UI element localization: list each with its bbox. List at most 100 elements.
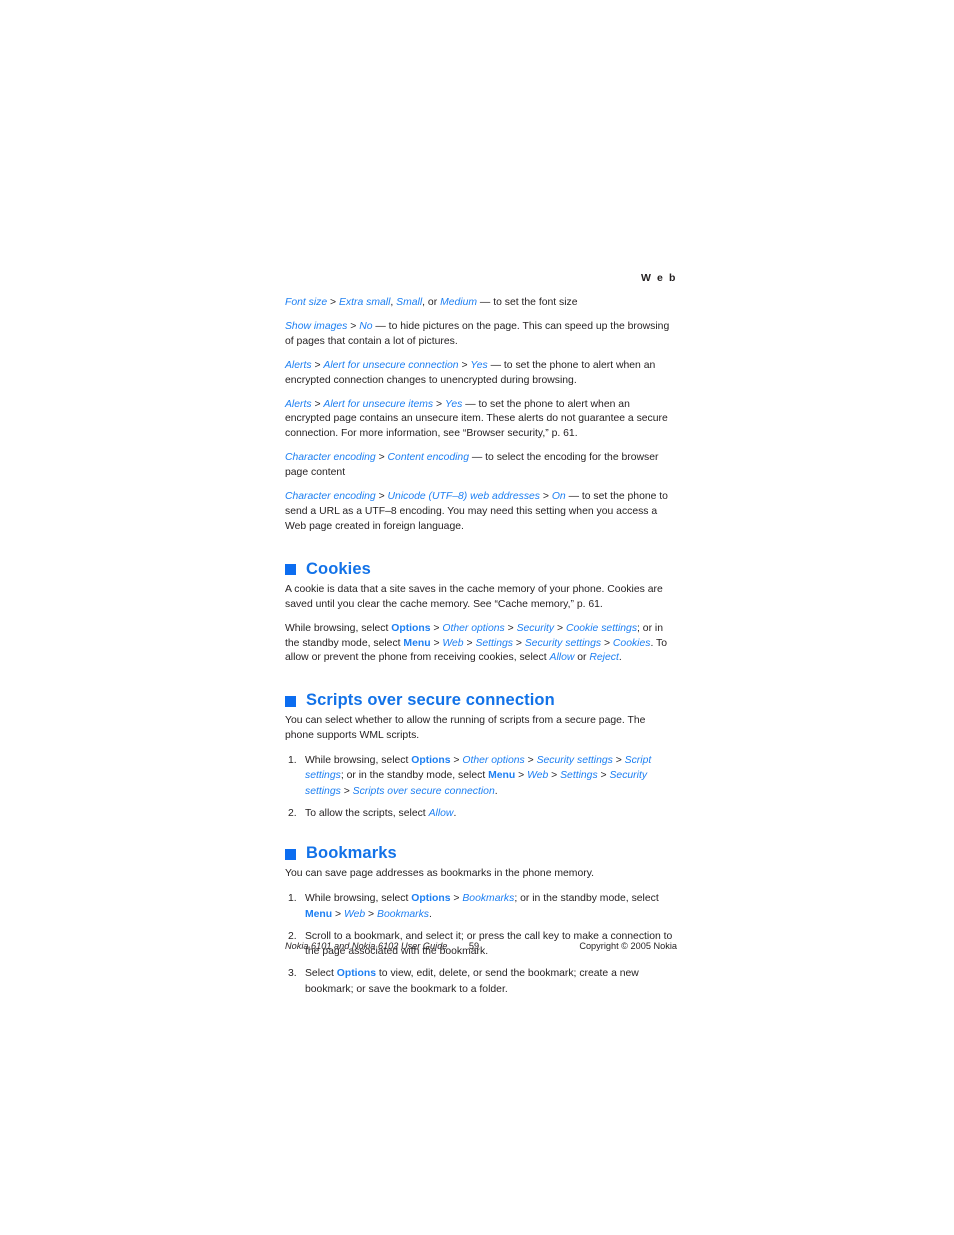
ui-path-term: Reject	[589, 652, 619, 664]
softkey-label: Options	[391, 622, 431, 634]
ui-path-term: Alert for unsecure items	[323, 398, 434, 410]
list-item: 3. Select Options to view, edit, delete, …	[285, 966, 677, 997]
path-separator: >	[332, 908, 344, 920]
list-item: 2. To allow the scripts, select Allow.	[285, 806, 677, 821]
step-number: 1.	[288, 893, 297, 905]
body-text-run: ; or in the standby mode, select	[340, 770, 489, 782]
section-heading-label: Bookmarks	[306, 844, 397, 863]
body-text-run: — to set the font size	[477, 297, 578, 308]
ui-path-term: Allow	[428, 808, 454, 820]
path-separator: >	[430, 637, 443, 649]
softkey-label: Options	[336, 968, 377, 980]
path-separator: >	[540, 491, 552, 503]
path-separator: >	[450, 755, 463, 767]
footer-copyright: Copyright © 2005 Nokia	[579, 941, 677, 951]
path-separator: >	[548, 770, 561, 782]
section-paragraph: A cookie is data that a site saves in th…	[285, 583, 677, 613]
body-text-run: ; or in the standby mode, select	[514, 893, 659, 905]
ui-path-term: Yes	[470, 359, 488, 371]
body-text-run: Select	[305, 968, 337, 980]
body-text-run: A cookie is data that a site saves in th…	[285, 583, 663, 610]
blue-square-bullet-icon	[285, 695, 296, 707]
ui-path-term: Other options	[442, 622, 505, 634]
section-paragraph: While browsing, select Options > Other o…	[285, 622, 677, 667]
ui-path-term: Settings	[560, 770, 598, 782]
body-text-run: While browsing, select	[305, 893, 412, 905]
body-text-run: .	[453, 808, 457, 820]
ui-path-term: Content encoding	[387, 452, 469, 464]
ui-path-term: Bookmarks	[462, 893, 515, 905]
ui-path-term: Bookmarks	[377, 908, 429, 920]
setting-description-paragraph: Character encoding > Unicode (UTF–8) web…	[285, 490, 677, 535]
path-separator: >	[601, 637, 613, 649]
body-text-run: .	[428, 908, 432, 920]
section-heading-scripts-over-secure-connection: Scripts over secure connection	[285, 690, 677, 710]
page-footer: Nokia 6101 and Nokia 6102 User Guide 59 …	[285, 941, 677, 955]
step-text: While browsing, select Options > Other o…	[305, 755, 651, 797]
ui-path-term: Alert for unsecure connection	[323, 359, 459, 371]
path-separator: >	[340, 785, 353, 797]
path-separator: >	[430, 622, 443, 634]
ui-path-term: No	[359, 320, 373, 332]
ui-path-term: Web	[527, 770, 549, 782]
ui-path-term: Security settings	[536, 755, 613, 767]
path-separator: >	[450, 893, 463, 905]
list-item: 1. While browsing, select Options > Bookm…	[285, 891, 677, 922]
body-text-run: or	[574, 652, 590, 664]
numbered-step-list: 1. While browsing, select Options > Other…	[285, 753, 677, 821]
path-separator: >	[512, 637, 525, 649]
ui-path-term: Security settings	[524, 637, 602, 649]
path-separator: >	[554, 622, 566, 634]
softkey-label: Menu	[403, 637, 431, 649]
path-separator: >	[347, 320, 360, 332]
ui-path-term: Medium	[440, 297, 478, 308]
ui-path-term: On	[551, 491, 566, 503]
path-separator: >	[311, 359, 324, 371]
body-text-run: You can select whether to allow the runn…	[285, 715, 646, 742]
step-number: 1.	[288, 755, 297, 767]
path-separator: >	[375, 452, 388, 464]
path-separator: >	[375, 491, 388, 503]
step-text: To allow the scripts, select Allow.	[305, 808, 456, 819]
setting-description-paragraph: Character encoding > Content encoding — …	[285, 451, 677, 481]
ui-path-term: Settings	[475, 637, 513, 649]
ui-path-term: Show images	[285, 320, 348, 332]
softkey-label: Menu	[305, 908, 333, 920]
step-number: 3.	[288, 968, 297, 980]
ui-path-term: Character encoding	[285, 491, 376, 503]
path-separator: >	[365, 908, 378, 920]
main-text-column: Font size > Extra small, Small, or Mediu…	[285, 296, 677, 1004]
body-text-run: .	[618, 652, 622, 664]
path-separator: >	[524, 755, 537, 767]
document-page: W e b Font size > Extra small, Small, or…	[0, 0, 954, 1235]
body-text-run: To allow the scripts, select	[305, 808, 429, 820]
ui-path-term: Scripts over secure connection	[352, 785, 495, 797]
softkey-label: Options	[411, 755, 451, 767]
softkey-label: Menu	[488, 770, 516, 782]
section-paragraph: You can save page addresses as bookmarks…	[285, 867, 677, 882]
ui-path-term: Unicode (UTF–8) web addresses	[387, 491, 540, 503]
step-number: 2.	[288, 808, 297, 820]
path-separator: >	[463, 637, 476, 649]
section-heading-bookmarks: Bookmarks	[285, 843, 677, 863]
path-separator: >	[612, 755, 625, 767]
setting-description-paragraph: Font size > Extra small, Small, or Mediu…	[285, 296, 677, 311]
setting-description-paragraph: Alerts > Alert for unsecure items > Yes …	[285, 398, 677, 443]
blue-square-bullet-icon	[285, 848, 296, 860]
step-text: Select Options to view, edit, delete, or…	[305, 968, 639, 994]
section-heading-cookies: Cookies	[285, 559, 677, 579]
body-text-run: You can save page addresses as bookmarks…	[285, 868, 595, 880]
ui-path-term: Web	[442, 637, 464, 649]
section-heading-label: Scripts over secure connection	[306, 691, 555, 710]
ui-path-term: Character encoding	[285, 452, 376, 464]
path-separator: >	[311, 398, 324, 410]
ui-path-term: Other options	[462, 755, 525, 767]
blue-square-bullet-icon	[285, 564, 296, 576]
path-separator: >	[458, 359, 471, 371]
ui-path-term: Extra small	[339, 297, 391, 308]
ui-path-term: Cookies	[612, 637, 651, 649]
path-separator: >	[597, 770, 610, 782]
path-separator: >	[515, 770, 528, 782]
